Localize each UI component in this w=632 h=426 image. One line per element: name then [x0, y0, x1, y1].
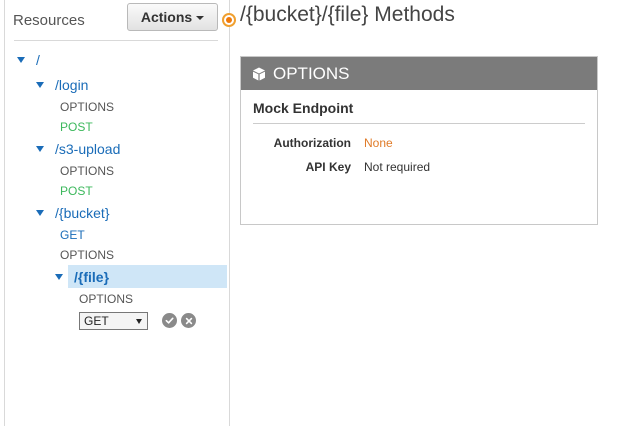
checkmark-icon	[165, 317, 174, 324]
cube-icon	[253, 67, 265, 80]
new-method-select-value: GET	[84, 314, 109, 328]
expand-triangle-icon[interactable]	[36, 82, 44, 88]
method-get[interactable]: GET	[60, 228, 85, 242]
resources-title: Resources	[13, 12, 85, 29]
new-method-select[interactable]: GET	[79, 312, 148, 330]
page-title: /{bucket}/{file} Methods	[240, 3, 455, 26]
method-post[interactable]: POST	[60, 184, 93, 198]
method-options[interactable]: OPTIONS	[79, 292, 133, 306]
integration-type: Mock Endpoint	[253, 100, 354, 116]
actions-label: Actions	[140, 9, 193, 25]
left-border	[4, 0, 5, 426]
expand-triangle-icon[interactable]	[36, 210, 44, 216]
panel-title: OPTIONS	[273, 63, 350, 83]
close-icon	[185, 317, 192, 324]
tree-node-login[interactable]: /login	[36, 75, 88, 95]
resources-divider	[14, 40, 218, 41]
resize-handle-dot	[226, 17, 232, 23]
expand-triangle-icon[interactable]	[17, 57, 25, 63]
panel-divider	[253, 123, 585, 124]
api-key-value: Not required	[364, 160, 431, 174]
authorization-label: Authorization	[273, 136, 351, 150]
resource-path-login[interactable]: /login	[55, 77, 88, 93]
resource-path-bucket[interactable]: /{bucket}	[55, 205, 110, 221]
api-key-label: API Key	[305, 160, 351, 174]
resource-path-s3-upload[interactable]: /s3-upload	[55, 141, 120, 157]
resource-path-root[interactable]: /	[36, 52, 40, 68]
tree-node-root[interactable]: /	[17, 50, 40, 70]
select-arrow-icon	[136, 318, 142, 324]
caret-down-icon	[196, 16, 205, 20]
tree-node-file[interactable]: /{file}	[55, 267, 109, 287]
expand-triangle-icon[interactable]	[55, 274, 63, 280]
expand-triangle-icon[interactable]	[36, 146, 44, 152]
tree-node-bucket[interactable]: /{bucket}	[36, 203, 110, 223]
method-panel: OPTIONS Mock Endpoint Authorization None…	[240, 56, 598, 225]
tree-node-s3-upload[interactable]: /s3-upload	[36, 139, 120, 159]
resource-path-file[interactable]: /{file}	[74, 269, 109, 285]
method-options[interactable]: OPTIONS	[60, 248, 114, 262]
resize-handle[interactable]	[222, 13, 236, 27]
authorization-value[interactable]: None	[364, 136, 393, 150]
confirm-method-button[interactable]	[162, 313, 177, 328]
actions-button[interactable]: Actions	[127, 3, 218, 31]
cancel-method-button[interactable]	[181, 313, 196, 328]
sidebar-divider[interactable]	[229, 0, 230, 426]
method-post[interactable]: POST	[60, 120, 93, 134]
method-options[interactable]: OPTIONS	[60, 164, 114, 178]
method-options[interactable]: OPTIONS	[60, 100, 114, 114]
panel-header[interactable]: OPTIONS	[241, 57, 597, 90]
